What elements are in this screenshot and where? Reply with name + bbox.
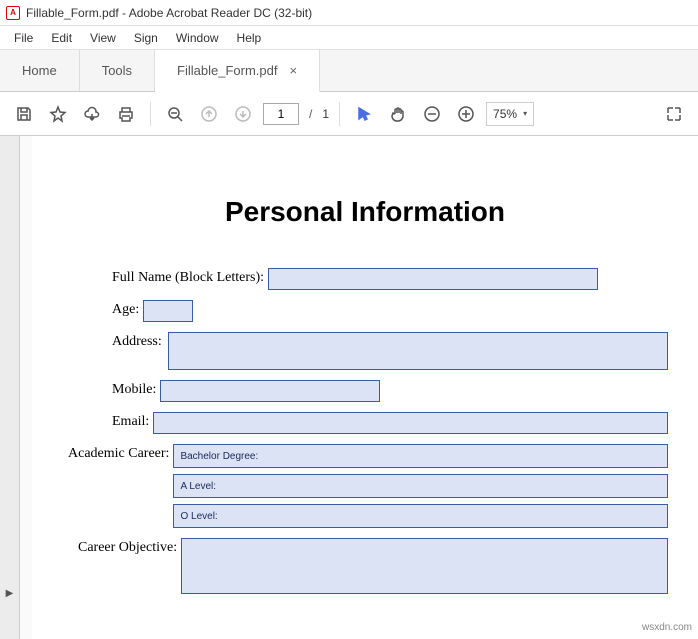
chevron-down-icon: ▾ bbox=[523, 109, 527, 118]
tab-tools[interactable]: Tools bbox=[80, 50, 155, 91]
page-area[interactable]: Personal Information Full Name (Block Le… bbox=[20, 136, 698, 639]
arrow-up-icon bbox=[200, 105, 218, 123]
menu-help[interactable]: Help bbox=[229, 29, 270, 47]
hand-tool-button[interactable] bbox=[384, 100, 412, 128]
label-address: Address: bbox=[112, 332, 162, 350]
magnify-minus-icon bbox=[166, 105, 184, 123]
ac-label-olevel: O Level: bbox=[180, 511, 217, 522]
tab-home[interactable]: Home bbox=[0, 50, 80, 91]
page-down-button[interactable] bbox=[229, 100, 257, 128]
academic-group: Bachelor Degree: A Level: O Level: bbox=[173, 444, 668, 528]
page-up-button[interactable] bbox=[195, 100, 223, 128]
field-age[interactable] bbox=[143, 300, 193, 322]
cursor-icon bbox=[355, 105, 373, 123]
sidebar: ▶ bbox=[0, 136, 20, 639]
close-icon[interactable]: × bbox=[289, 63, 297, 78]
menubar: File Edit View Sign Window Help bbox=[0, 26, 698, 50]
app-icon: A bbox=[6, 6, 20, 20]
selection-tool-button[interactable] bbox=[350, 100, 378, 128]
menu-window[interactable]: Window bbox=[168, 29, 227, 47]
form-heading: Personal Information bbox=[62, 196, 668, 228]
print-icon bbox=[117, 105, 135, 123]
label-academic: Academic Career: bbox=[68, 444, 169, 462]
label-mobile: Mobile: bbox=[112, 380, 156, 398]
zoom-out-button[interactable] bbox=[418, 100, 446, 128]
arrow-down-icon bbox=[234, 105, 252, 123]
page-number-input[interactable] bbox=[263, 103, 299, 125]
field-email[interactable] bbox=[153, 412, 668, 434]
label-objective: Career Objective: bbox=[78, 538, 177, 556]
plus-circle-icon bbox=[457, 105, 475, 123]
page-total: 1 bbox=[322, 107, 329, 121]
cloud-button[interactable] bbox=[78, 100, 106, 128]
zoom-dropdown[interactable]: 75% ▾ bbox=[486, 102, 534, 126]
label-age: Age: bbox=[112, 300, 139, 318]
separator bbox=[150, 102, 151, 126]
field-academic-olevel[interactable]: O Level: bbox=[173, 504, 668, 528]
menu-file[interactable]: File bbox=[6, 29, 41, 47]
zoom-in-button[interactable] bbox=[452, 100, 480, 128]
cloud-icon bbox=[83, 105, 101, 123]
ac-label-bachelor: Bachelor Degree: bbox=[180, 451, 258, 462]
sidebar-toggle[interactable]: ▶ bbox=[6, 588, 14, 599]
page-separator: / bbox=[309, 107, 312, 121]
menu-view[interactable]: View bbox=[82, 29, 124, 47]
field-mobile[interactable] bbox=[160, 380, 380, 402]
print-button[interactable] bbox=[112, 100, 140, 128]
tab-document-label: Fillable_Form.pdf bbox=[177, 63, 277, 78]
titlebar: A Fillable_Form.pdf - Adobe Acrobat Read… bbox=[0, 0, 698, 26]
zoom-value: 75% bbox=[493, 107, 517, 121]
separator bbox=[339, 102, 340, 126]
save-icon bbox=[15, 105, 33, 123]
hand-icon bbox=[389, 105, 407, 123]
tab-tools-label: Tools bbox=[102, 63, 132, 78]
pdf-page: Personal Information Full Name (Block Le… bbox=[32, 136, 698, 639]
field-academic-alevel[interactable]: A Level: bbox=[173, 474, 668, 498]
field-address[interactable] bbox=[168, 332, 668, 370]
ac-label-alevel: A Level: bbox=[180, 481, 216, 492]
zoom-out-find-button[interactable] bbox=[161, 100, 189, 128]
toolbar: / 1 75% ▾ bbox=[0, 92, 698, 136]
minus-circle-icon bbox=[423, 105, 441, 123]
fit-page-button[interactable] bbox=[660, 100, 688, 128]
field-fullname[interactable] bbox=[268, 268, 598, 290]
field-objective[interactable] bbox=[181, 538, 668, 594]
save-button[interactable] bbox=[10, 100, 38, 128]
tab-home-label: Home bbox=[22, 63, 57, 78]
label-fullname: Full Name (Block Letters): bbox=[112, 268, 264, 286]
tabbar: Home Tools Fillable_Form.pdf × bbox=[0, 50, 698, 92]
label-email: Email: bbox=[112, 412, 149, 430]
content-area: ▶ Personal Information Full Name (Block … bbox=[0, 136, 698, 639]
window-title: Fillable_Form.pdf - Adobe Acrobat Reader… bbox=[26, 6, 312, 20]
field-academic-bachelor[interactable]: Bachelor Degree: bbox=[173, 444, 668, 468]
watermark: wsxdn.com bbox=[642, 622, 692, 633]
star-icon bbox=[49, 105, 67, 123]
fit-icon bbox=[665, 105, 683, 123]
star-button[interactable] bbox=[44, 100, 72, 128]
menu-edit[interactable]: Edit bbox=[43, 29, 80, 47]
tab-document[interactable]: Fillable_Form.pdf × bbox=[155, 50, 320, 92]
menu-sign[interactable]: Sign bbox=[126, 29, 166, 47]
